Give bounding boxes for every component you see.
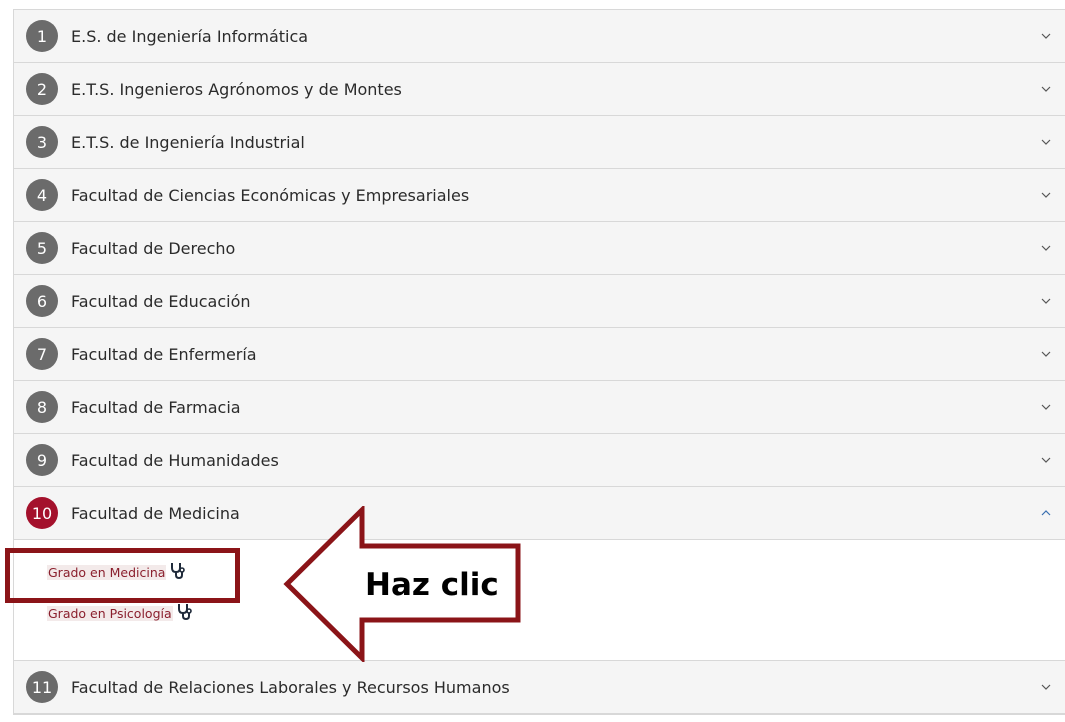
chevron-down-icon: [1041, 351, 1051, 361]
chevron-down-icon: [1041, 404, 1051, 414]
accordion-item-5[interactable]: 5 Facultad de Derecho: [14, 222, 1065, 275]
accordion-item-label: Facultad de Medicina: [71, 503, 240, 523]
accordion-item-label: Facultad de Farmacia: [71, 397, 241, 417]
accordion-item-6[interactable]: 6 Facultad de Educación: [14, 275, 1065, 328]
accordion-item-label: Facultad de Ciencias Económicas y Empres…: [71, 185, 470, 205]
accordion-item-label: Facultad de Enfermería: [71, 344, 257, 364]
item-number-badge: 9: [26, 444, 58, 476]
stethoscope-icon: [177, 603, 193, 624]
item-number-badge: 6: [26, 285, 58, 317]
chevron-down-icon: [1041, 192, 1051, 202]
accordion-item-9[interactable]: 9 Facultad de Humanidades: [14, 434, 1065, 487]
item-number-badge: 3: [26, 126, 58, 158]
accordion-item-8[interactable]: 8 Facultad de Farmacia: [14, 381, 1065, 434]
item-number-badge: 7: [26, 338, 58, 370]
item-number-badge: 2: [26, 73, 58, 105]
chevron-down-icon: [1041, 86, 1051, 96]
faculty-accordion: 1 E.S. de Ingeniería Informática 2 E.T.S…: [13, 9, 1065, 715]
accordion-item-2[interactable]: 2 E.T.S. Ingenieros Agrónomos y de Monte…: [14, 63, 1065, 116]
item-number-badge: 10: [26, 497, 58, 529]
chevron-down-icon: [1041, 684, 1051, 694]
degree-link-medicina[interactable]: Grado en Medicina: [47, 562, 186, 583]
accordion-item-label: Facultad de Educación: [71, 291, 251, 311]
item-number-badge: 5: [26, 232, 58, 264]
chevron-down-icon: [1041, 245, 1051, 255]
chevron-down-icon: [1041, 33, 1051, 43]
item-number-badge: 8: [26, 391, 58, 423]
chevron-down-icon: [1041, 139, 1051, 149]
degree-link-label: Grado en Psicología: [47, 606, 173, 621]
accordion-item-label: Facultad de Humanidades: [71, 450, 279, 470]
accordion-item-label: E.T.S. Ingenieros Agrónomos y de Montes: [71, 79, 402, 99]
item-number-badge: 11: [26, 671, 58, 703]
accordion-item-10[interactable]: 10 Facultad de Medicina: [14, 487, 1065, 540]
chevron-down-icon: [1041, 457, 1051, 467]
item-number-badge: 4: [26, 179, 58, 211]
accordion-item-11[interactable]: 11 Facultad de Relaciones Laborales y Re…: [14, 661, 1065, 714]
degree-link-label: Grado en Medicina: [47, 565, 167, 580]
accordion-item-label: E.T.S. de Ingeniería Industrial: [71, 132, 305, 152]
accordion-item-label: Facultad de Derecho: [71, 238, 236, 258]
accordion-item-4[interactable]: 4 Facultad de Ciencias Económicas y Empr…: [14, 169, 1065, 222]
accordion-item-3[interactable]: 3 E.T.S. de Ingeniería Industrial: [14, 116, 1065, 169]
chevron-down-icon: [1041, 298, 1051, 308]
accordion-item-7[interactable]: 7 Facultad de Enfermería: [14, 328, 1065, 381]
accordion-item-label: Facultad de Relaciones Laborales y Recur…: [71, 677, 510, 697]
degree-link-psicologia[interactable]: Grado en Psicología: [47, 603, 193, 624]
accordion-panel-medicina: Grado en Medicina Grado en Psicología: [14, 540, 1065, 661]
haz-clic-annotation: Haz clic: [365, 567, 499, 603]
stethoscope-icon: [170, 562, 186, 583]
chevron-up-icon: [1041, 510, 1051, 520]
item-number-badge: 1: [26, 20, 58, 52]
accordion-item-1[interactable]: 1 E.S. de Ingeniería Informática: [14, 10, 1065, 63]
accordion-item-label: E.S. de Ingeniería Informática: [71, 26, 309, 46]
